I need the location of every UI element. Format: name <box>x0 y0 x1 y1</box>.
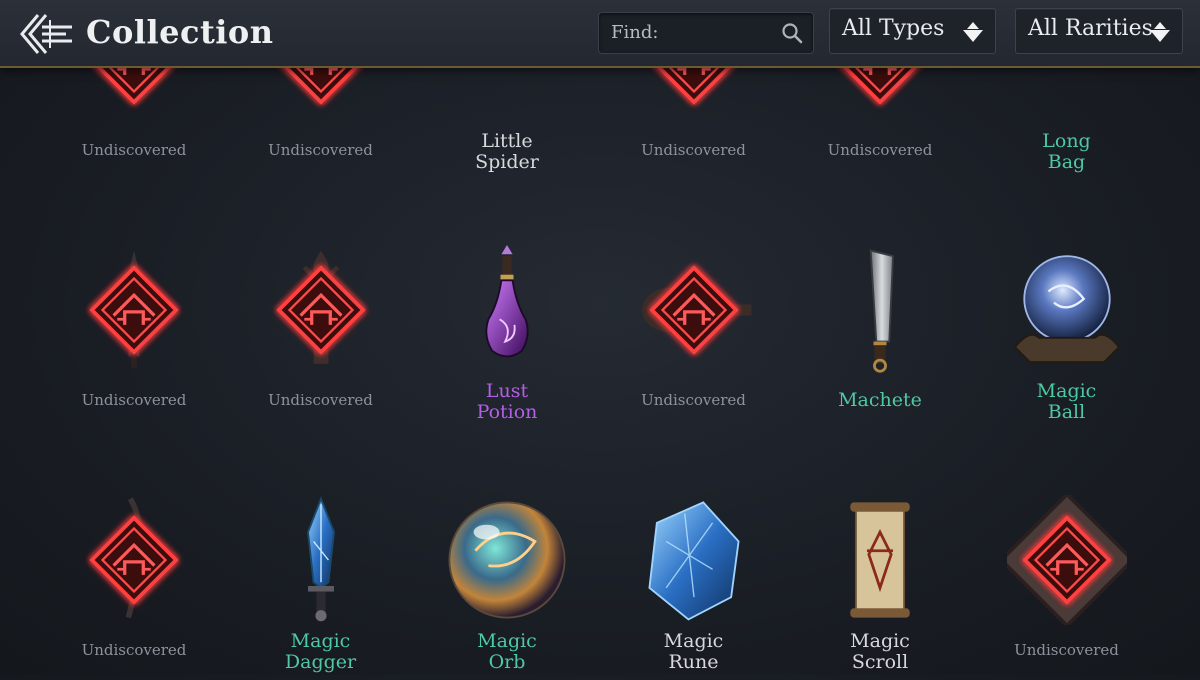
item-name-label: Magic Dagger <box>228 631 414 673</box>
search-label: Find: <box>611 22 659 43</box>
collection-item[interactable]: Magic Ball <box>974 180 1160 430</box>
item-name-line: Lust <box>485 380 529 402</box>
collection-item[interactable]: Undiscovered <box>601 180 787 430</box>
item-name-label: Undiscovered <box>228 390 414 411</box>
potion-icon <box>485 245 529 358</box>
item-name-line: Magic <box>290 630 351 652</box>
collection-item[interactable]: Magic Scroll <box>787 430 973 680</box>
type-filter-value: All Types <box>842 16 945 41</box>
item-name-label: Magic Orb <box>414 631 600 673</box>
header-bar: Collection Find: All Types All Rarities <box>0 0 1200 68</box>
item-name-line: Undiscovered <box>81 141 187 159</box>
locked-rune-icon <box>1006 495 1127 625</box>
collection-item[interactable]: Magic Rune <box>601 430 787 680</box>
item-name-line: Magic <box>850 630 910 652</box>
search-box[interactable]: Find: <box>598 12 814 54</box>
item-name-line: Undiscovered <box>81 641 187 659</box>
rarity-filter-value: All Rarities <box>1028 16 1153 41</box>
locked-dagger-icon <box>89 250 179 368</box>
item-name-label: Magic Ball <box>974 381 1160 423</box>
orb-icon <box>448 501 566 619</box>
item-name-label: Long Bag <box>974 131 1160 173</box>
item-name-label: Lust Potion <box>414 381 600 423</box>
search-input[interactable] <box>661 19 775 47</box>
item-name-label: Undiscovered <box>601 390 787 411</box>
item-name-line: Ball <box>1047 401 1086 423</box>
item-name-line: Undiscovered <box>641 141 746 159</box>
item-name-line: Scroll <box>851 651 909 673</box>
item-name-label: Undiscovered <box>601 140 787 161</box>
item-name-line: Undiscovered <box>827 141 933 159</box>
item-name-line: Orb <box>488 651 526 673</box>
machete-icon <box>869 249 894 373</box>
item-name-label: Undiscovered <box>41 390 227 411</box>
item-name-line: Spider <box>475 151 539 173</box>
item-name-label: Undiscovered <box>41 640 227 661</box>
item-name-line: Potion <box>476 401 538 423</box>
collection-grid: Undiscovered Undiscovered Little Spider … <box>0 0 1200 675</box>
locked-spear-icon <box>275 250 366 364</box>
rune-icon <box>647 501 740 621</box>
item-name-line: Undiscovered <box>1014 641 1119 659</box>
item-name-label: Undiscovered <box>787 140 973 161</box>
item-name-line: Magic <box>663 630 724 652</box>
type-filter-dropdown[interactable]: All Types <box>829 8 996 54</box>
item-name-label: Machete <box>787 390 973 411</box>
crystal-dagger-icon <box>306 496 335 622</box>
item-name-label: Undiscovered <box>41 140 227 161</box>
collection-item[interactable]: Machete <box>787 180 973 430</box>
item-name-label: Undiscovered <box>974 640 1160 661</box>
collection-item[interactable]: Undiscovered <box>41 180 227 430</box>
scroll-icon <box>850 502 910 618</box>
dropdown-arrow-icon <box>963 22 983 42</box>
item-name-label: Magic Rune <box>601 631 787 673</box>
collection-item[interactable]: Lust Potion <box>414 180 600 430</box>
dropdown-arrow-icon <box>1150 22 1170 42</box>
locked-blade-icon <box>89 497 179 619</box>
item-name-line: Undiscovered <box>641 391 746 409</box>
item-name-line: Little <box>481 130 533 152</box>
locked-lute-icon <box>641 265 752 355</box>
item-name-line: Bag <box>1047 151 1086 173</box>
item-name-line: Undiscovered <box>268 141 373 159</box>
page-title: Collection <box>86 13 274 51</box>
item-name-line: Undiscovered <box>268 391 373 409</box>
item-name-line: Long <box>1042 130 1091 152</box>
item-name-label: Magic Scroll <box>787 631 973 673</box>
collection-item[interactable]: Magic Dagger <box>228 430 414 680</box>
item-name-line: Dagger <box>284 651 357 673</box>
item-name-line: Magic <box>1036 380 1097 402</box>
item-name-line: Undiscovered <box>81 391 187 409</box>
item-name-line: Machete <box>838 389 922 411</box>
collection-item[interactable]: Magic Orb <box>414 430 600 680</box>
collection-item[interactable]: Undiscovered <box>974 430 1160 680</box>
collection-item[interactable]: Undiscovered <box>41 430 227 680</box>
collection-logo-icon <box>20 14 72 54</box>
collection-item[interactable]: Undiscovered <box>228 180 414 430</box>
item-name-line: Rune <box>668 651 719 673</box>
item-name-label: Little Spider <box>414 131 600 173</box>
rarity-filter-dropdown[interactable]: All Rarities <box>1015 8 1183 54</box>
item-name-line: Magic <box>477 630 537 652</box>
search-icon[interactable] <box>781 22 803 44</box>
item-name-label: Undiscovered <box>228 140 414 161</box>
crystal-ball-icon <box>1013 255 1120 363</box>
